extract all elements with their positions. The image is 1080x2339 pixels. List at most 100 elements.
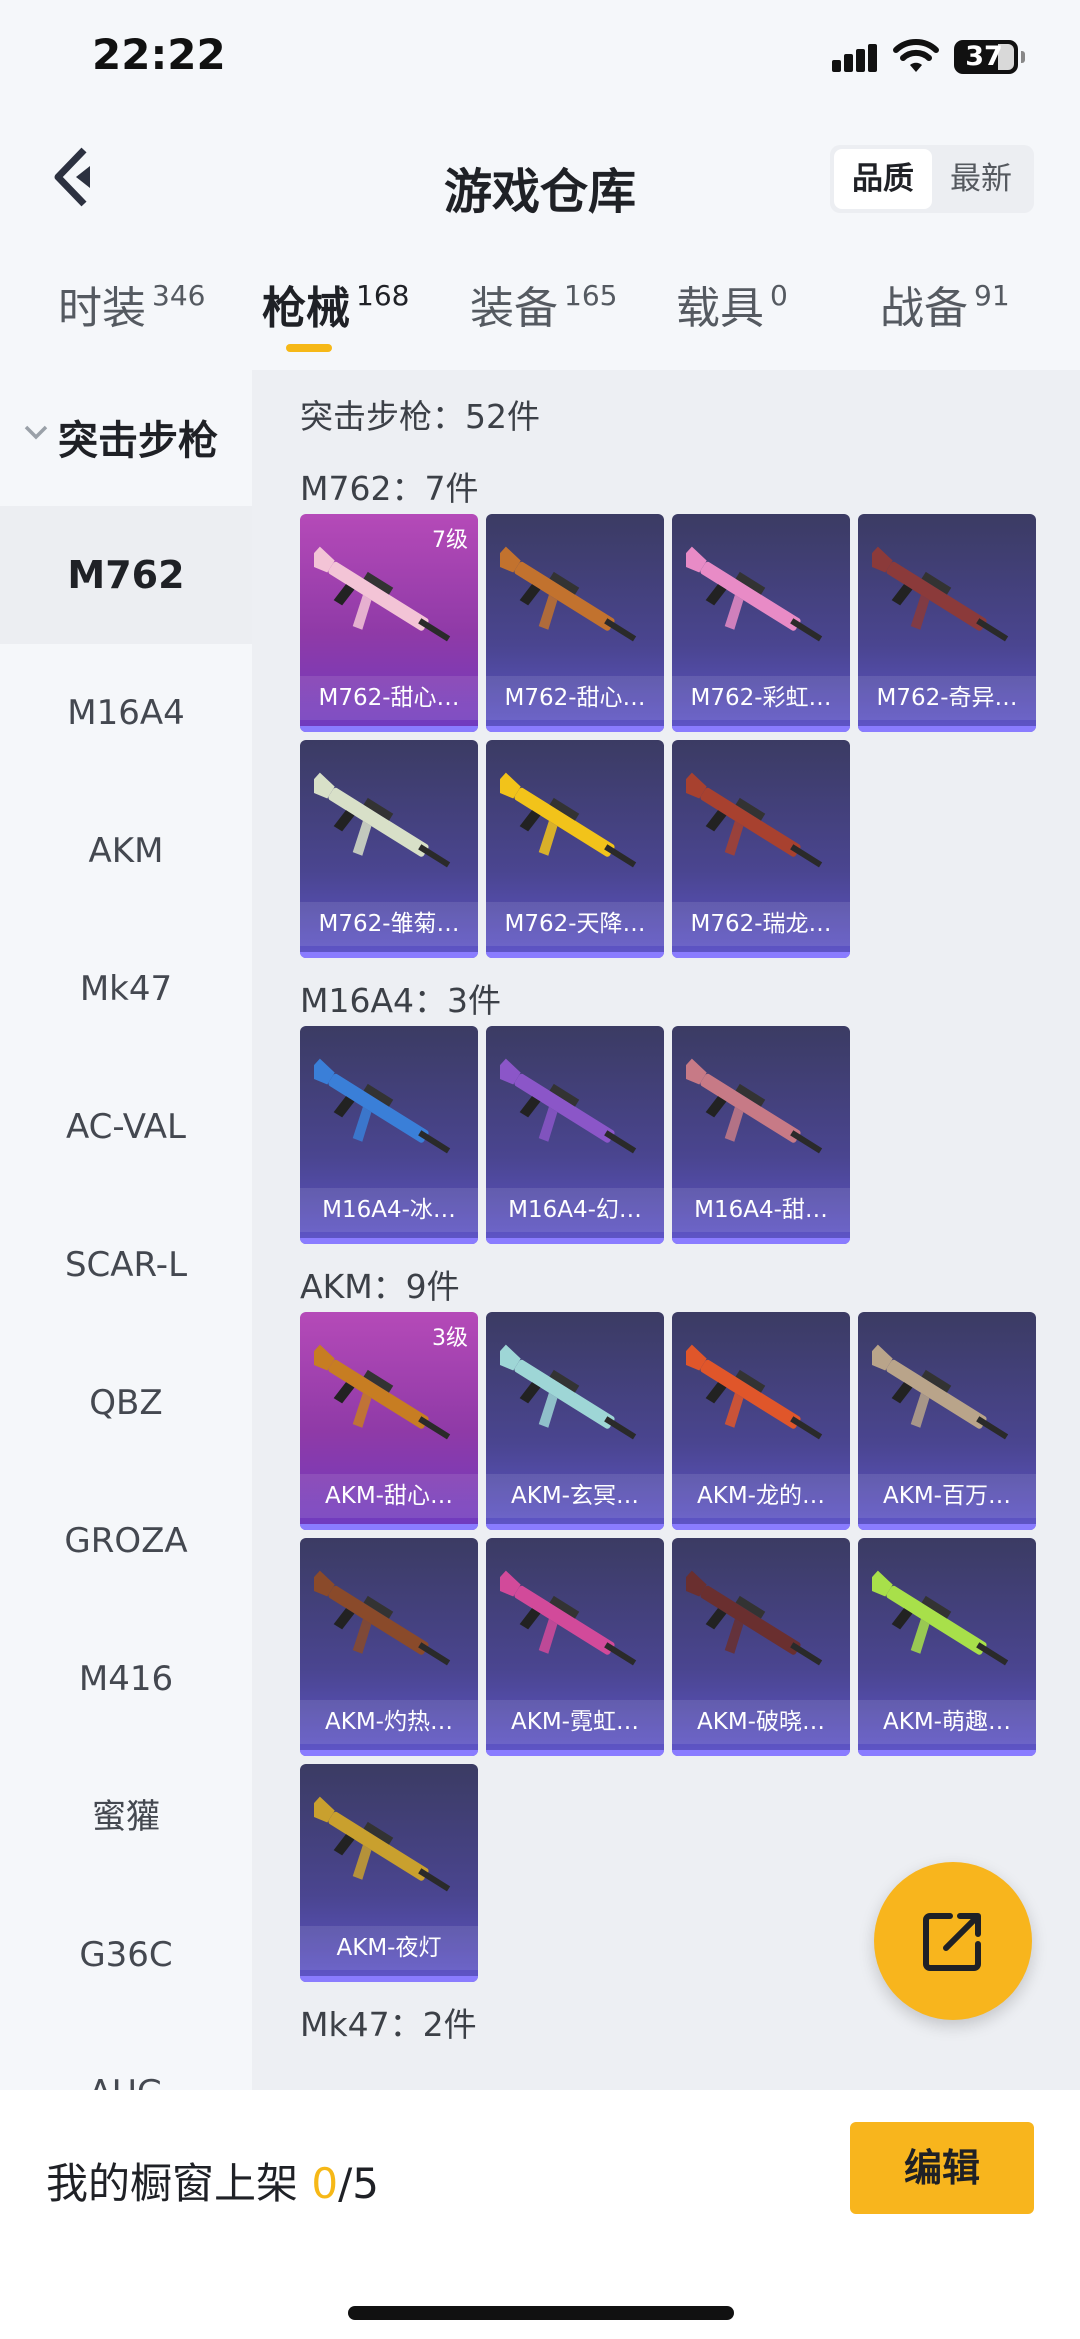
item-name: M762-甜心… xyxy=(486,676,664,720)
item-grid-area: 突击步枪：52件 M762：7件 7级 M762-甜心… M762-甜心… M762-彩… xyxy=(252,370,1080,2090)
share-button[interactable] xyxy=(874,1862,1032,2020)
sort-toggle: 品质 最新 xyxy=(830,145,1034,213)
sidebar-item-m762[interactable]: M762 xyxy=(0,506,252,644)
item-name: M762-甜心… xyxy=(300,676,478,720)
weapon-skin-card[interactable]: M762-彩虹… xyxy=(672,514,850,732)
weapon-skin-card[interactable]: M16A4-甜… xyxy=(672,1026,850,1244)
showcase-status: 我的橱窗上架 0/5 xyxy=(46,2150,379,2211)
battery-icon: 37 xyxy=(954,40,1025,74)
tab-count: 165 xyxy=(564,279,618,312)
status-bar: 22:22 37 xyxy=(0,0,1080,120)
item-name: M16A4-冰… xyxy=(300,1188,478,1232)
item-name: AKM-龙的… xyxy=(672,1474,850,1518)
header: 游戏仓库 品质 最新 xyxy=(0,120,1080,240)
rifle-icon xyxy=(686,546,823,642)
tab-guns[interactable]: 枪械 168 xyxy=(262,272,409,334)
weapon-skin-card[interactable]: M762-雏菊… xyxy=(300,740,478,958)
item-name: M762-天降… xyxy=(486,902,664,946)
tab-label: 载具 xyxy=(676,283,764,334)
edit-button[interactable]: 编辑 xyxy=(850,2122,1034,2214)
item-name: M762-彩虹… xyxy=(672,676,850,720)
weapon-skin-card[interactable]: AKM-霓虹… xyxy=(486,1538,664,1756)
weapon-skin-card[interactable]: AKM-灼热… xyxy=(300,1538,478,1756)
sidebar-item-ac-val[interactable]: AC-VAL xyxy=(0,1058,252,1196)
weapon-skin-card[interactable]: M16A4-幻… xyxy=(486,1026,664,1244)
bottom-bar: 我的橱窗上架 0/5 编辑 xyxy=(0,2090,1080,2339)
rifle-icon xyxy=(500,1344,637,1440)
weapon-skin-card[interactable]: M16A4-冰… xyxy=(300,1026,478,1244)
item-name: AKM-玄冥… xyxy=(486,1474,664,1518)
rifle-icon xyxy=(314,1058,451,1154)
sidebar: 突击步枪 M762 M16A4 AKM Mk47 AC-VAL SCAR-L Q… xyxy=(0,370,252,2090)
tab-fashion[interactable]: 时装 346 xyxy=(58,272,205,334)
signal-icon xyxy=(832,44,878,72)
item-name: M16A4-幻… xyxy=(486,1188,664,1232)
item-name: M762-雏菊… xyxy=(300,902,478,946)
item-name: AKM-破晓… xyxy=(672,1700,850,1744)
tab-label: 枪械 xyxy=(262,283,350,334)
sort-newest-button[interactable]: 最新 xyxy=(932,149,1030,209)
item-name: M762-瑞龙… xyxy=(672,902,850,946)
tab-label: 装备 xyxy=(470,283,558,334)
showcase-total: /5 xyxy=(338,2159,379,2208)
rifle-icon xyxy=(314,1570,451,1666)
weapon-skin-card[interactable]: M762-甜心… xyxy=(486,514,664,732)
weapon-skin-card[interactable]: AKM-夜灯 xyxy=(300,1764,478,1982)
tab-label: 时装 xyxy=(58,283,146,334)
tab-label: 战备 xyxy=(880,283,968,334)
tab-supplies[interactable]: 战备 91 xyxy=(880,272,1010,334)
sidebar-item-m416[interactable]: M416 xyxy=(0,1610,252,1748)
weapon-skin-card[interactable]: AKM-萌趣… xyxy=(858,1538,1036,1756)
weapon-skin-card[interactable]: M762-瑞龙… xyxy=(672,740,850,958)
weapon-skin-card[interactable]: 7级 M762-甜心… xyxy=(300,514,478,732)
weapon-skin-card[interactable]: AKM-玄冥… xyxy=(486,1312,664,1530)
rifle-icon xyxy=(314,546,451,642)
rifle-icon xyxy=(872,1570,1009,1666)
showcase-used-count: 0 xyxy=(311,2159,339,2208)
tab-count: 91 xyxy=(974,279,1010,312)
sidebar-item-aug[interactable]: AUG xyxy=(0,2024,252,2090)
rifle-icon xyxy=(872,546,1009,642)
sidebar-item-g36c[interactable]: G36C xyxy=(0,1886,252,2024)
rifle-icon xyxy=(314,1344,451,1440)
sidebar-item-groza[interactable]: GROZA xyxy=(0,1472,252,1610)
tab-vehicles[interactable]: 载具 0 xyxy=(676,272,788,334)
item-name: AKM-灼热… xyxy=(300,1700,478,1744)
section-title: AKM：9件 xyxy=(300,1267,460,1306)
section-title: Mk47：2件 xyxy=(300,2005,477,2044)
rifle-icon xyxy=(686,1344,823,1440)
sort-quality-button[interactable]: 品质 xyxy=(834,149,932,209)
weapon-skin-card[interactable]: 3级 AKM-甜心… xyxy=(300,1312,478,1530)
sidebar-item-scar-l[interactable]: SCAR-L xyxy=(0,1196,252,1334)
item-name: M762-奇异… xyxy=(858,676,1036,720)
item-name: AKM-夜灯 xyxy=(300,1926,478,1970)
weapon-skin-card[interactable]: M762-天降… xyxy=(486,740,664,958)
sidebar-item-honey-badger[interactable]: 蜜獾 xyxy=(0,1748,252,1886)
rifle-icon xyxy=(500,1058,637,1154)
weapon-skin-card[interactable]: AKM-龙的… xyxy=(672,1312,850,1530)
sidebar-item-qbz[interactable]: QBZ xyxy=(0,1334,252,1472)
category-summary: 突击步枪：52件 xyxy=(300,397,540,436)
category-label: 突击步枪 xyxy=(58,418,218,464)
rifle-icon xyxy=(500,546,637,642)
weapon-skin-card[interactable]: AKM-破晓… xyxy=(672,1538,850,1756)
category-header[interactable]: 突击步枪 xyxy=(0,370,252,506)
item-name: AKM-百万… xyxy=(858,1474,1036,1518)
tab-equipment[interactable]: 装备 165 xyxy=(470,272,618,334)
home-indicator xyxy=(348,2306,734,2320)
showcase-label: 我的橱窗上架 xyxy=(46,2159,312,2208)
active-tab-indicator xyxy=(286,344,332,352)
rifle-icon xyxy=(314,772,451,868)
sidebar-item-mk47[interactable]: Mk47 xyxy=(0,920,252,1058)
wifi-icon xyxy=(893,39,939,72)
rifle-icon xyxy=(872,1344,1009,1440)
tab-count: 0 xyxy=(770,279,788,312)
item-name: AKM-甜心… xyxy=(300,1474,478,1518)
sidebar-item-m16a4[interactable]: M16A4 xyxy=(0,644,252,782)
clock: 22:22 xyxy=(92,30,226,79)
weapon-skin-card[interactable]: AKM-百万… xyxy=(858,1312,1036,1530)
sidebar-item-akm[interactable]: AKM xyxy=(0,782,252,920)
rifle-icon xyxy=(686,1570,823,1666)
share-icon xyxy=(923,1913,981,1971)
weapon-skin-card[interactable]: M762-奇异… xyxy=(858,514,1036,732)
